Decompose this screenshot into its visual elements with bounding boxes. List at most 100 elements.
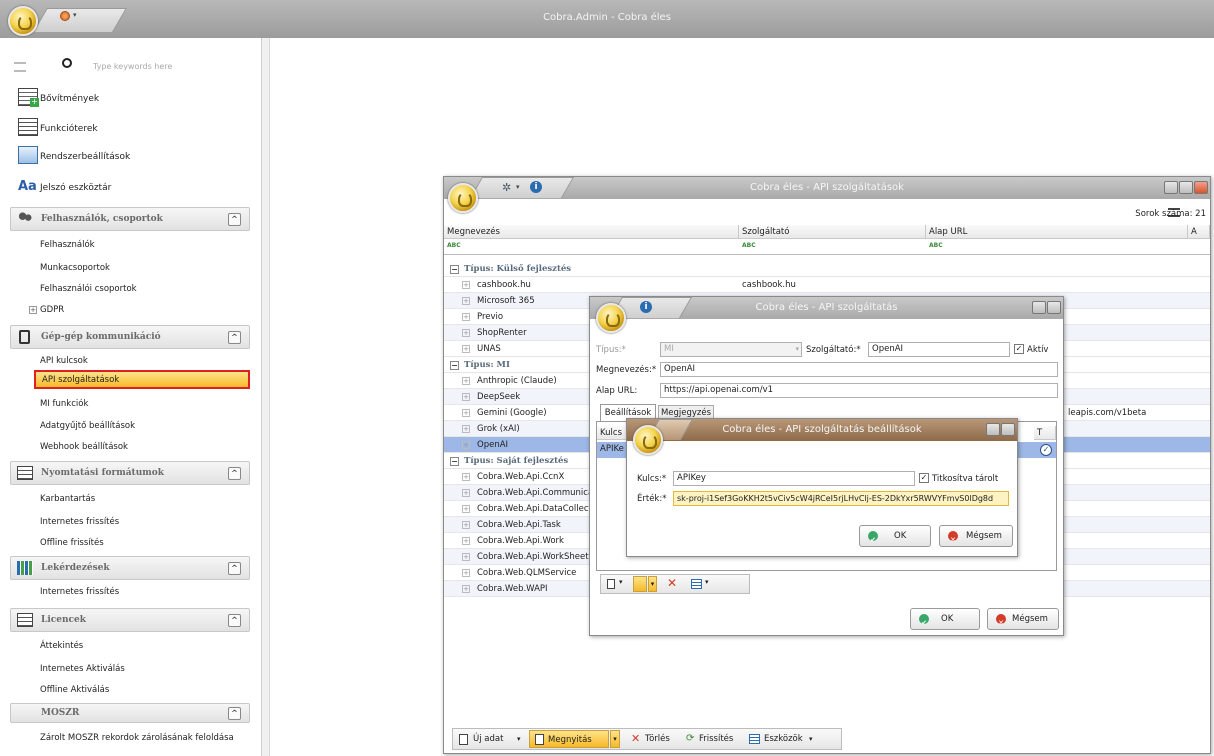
cancel-button[interactable]: Mégsem	[987, 608, 1059, 633]
maximize-button[interactable]	[1047, 301, 1061, 314]
maximize-button[interactable]	[1179, 181, 1193, 194]
collapse-icon[interactable]: ^	[228, 213, 241, 226]
expand-icon[interactable]: +	[462, 393, 470, 401]
column-header-t[interactable]: T	[1034, 426, 1056, 440]
sidebar-item-moszr-unlock[interactable]: Zárolt MOSZR rekordok zárolásának felold…	[40, 733, 234, 743]
expand-icon[interactable]: +	[462, 473, 470, 481]
delete-button[interactable]: Törlés	[645, 729, 670, 749]
expand-icon[interactable]: +	[462, 537, 470, 545]
sidebar-item-offline-update[interactable]: Offline frissítés	[40, 538, 104, 548]
expand-icon[interactable]: +	[462, 585, 470, 593]
expand-icon[interactable]: +	[462, 409, 470, 417]
sidebar-item-query-update[interactable]: Internetes frissítés	[40, 587, 119, 597]
dialog-orb-icon[interactable]	[596, 303, 626, 333]
collapse-icon[interactable]: ^	[228, 707, 241, 720]
tools-button[interactable]: Eszközök	[764, 729, 803, 749]
expand-icon[interactable]: +	[462, 521, 470, 529]
name-field[interactable]: OpenAI	[660, 362, 1058, 377]
group-queries[interactable]: Lekérdezések ^	[10, 556, 250, 580]
collapse-icon[interactable]: ^	[228, 614, 241, 627]
sidebar-item-api-keys[interactable]: API kulcsok	[40, 356, 88, 366]
column-header-provider[interactable]: Szolgáltató	[739, 225, 926, 239]
filter-name-icon[interactable]: ABC	[447, 242, 461, 249]
collapse-icon[interactable]: ^	[228, 467, 241, 480]
edit-icon[interactable]	[633, 576, 647, 592]
new-record-icon[interactable]	[607, 579, 615, 589]
sidebar-item-users[interactable]: Felhasználók	[40, 240, 95, 250]
filter-url-icon[interactable]: ABC	[929, 242, 943, 249]
ok-button[interactable]: OK	[910, 608, 980, 633]
sidebar-item-online-activation[interactable]: Internetes Aktiválás	[40, 664, 125, 674]
window-orb-icon[interactable]	[448, 183, 478, 213]
expand-icon[interactable]: +	[462, 553, 470, 561]
ok-button[interactable]: OK	[859, 525, 931, 550]
refresh-button[interactable]: Frissítés	[699, 729, 733, 749]
cancel-button[interactable]: Mégsem	[939, 525, 1013, 550]
group-row[interactable]: − Típus: Külső fejlesztés	[444, 261, 1210, 277]
group-print-formats[interactable]: Nyomtatási formátumok ^	[10, 461, 250, 485]
url-field[interactable]: https://api.openai.com/v1	[660, 383, 1058, 398]
sidebar-item-maintenance[interactable]: Karbantartás	[40, 494, 95, 504]
close-button[interactable]	[1194, 181, 1208, 194]
group-licences[interactable]: Licencek ^	[10, 608, 250, 632]
maximize-button[interactable]	[1001, 423, 1015, 436]
group-moszr[interactable]: MOSZR ^	[10, 703, 250, 723]
collapse-icon[interactable]: ^	[228, 331, 241, 344]
key-field[interactable]: APIKey	[673, 471, 915, 486]
delete-icon[interactable]: ✕	[667, 576, 677, 590]
group-users[interactable]: Felhasználók, csoportok ^	[10, 207, 250, 231]
value-field[interactable]: sk-proj-i1Sef3GoKKH2t5vCiv5cW4jRCeI5rjLH…	[673, 491, 1009, 506]
collapse-icon[interactable]: −	[450, 457, 459, 466]
minimize-button[interactable]	[986, 423, 1000, 436]
sidebar-item-online-update[interactable]: Internetes frissítés	[40, 517, 119, 527]
expand-icon[interactable]: +	[462, 313, 470, 321]
chevron-down-icon[interactable]: ▾	[809, 729, 813, 749]
menu-icon[interactable]	[14, 62, 26, 72]
search-input[interactable]: Type keywords here	[93, 62, 172, 71]
table-row[interactable]: + cashbook.hu cashbook.hu	[444, 277, 1210, 293]
expand-icon[interactable]: +	[29, 306, 37, 314]
chevron-down-icon[interactable]: ▾	[619, 578, 623, 586]
settings-orb-icon[interactable]	[633, 425, 663, 455]
sidebar-item-gdpr[interactable]: GDPR	[40, 305, 64, 315]
new-record-button[interactable]: Új adat	[473, 729, 503, 749]
collapse-icon[interactable]: −	[450, 361, 459, 370]
chevron-down-icon[interactable]: ▾	[648, 576, 657, 592]
sidebar-item-ai-functions[interactable]: MI funkciók	[40, 399, 88, 409]
sidebar-item-function-spaces[interactable]: Funkcióterek	[40, 124, 98, 134]
expand-icon[interactable]: +	[462, 297, 470, 305]
filter-provider-icon[interactable]: ABC	[742, 242, 756, 249]
sidebar-item-collector-settings[interactable]: Adatgyűjtő beállítások	[40, 421, 135, 431]
expand-icon[interactable]: +	[462, 377, 470, 385]
expand-icon[interactable]: +	[462, 425, 470, 433]
expand-icon[interactable]: +	[462, 441, 470, 449]
expand-icon[interactable]: +	[462, 281, 470, 289]
active-checkbox[interactable]: ✓	[1014, 344, 1024, 354]
sidebar-item-user-groups[interactable]: Felhasználói csoportok	[40, 284, 137, 294]
expand-icon[interactable]: +	[462, 489, 470, 497]
open-dropdown-icon[interactable]: ▾	[610, 730, 620, 748]
column-header-base-url[interactable]: Alap URL	[926, 225, 1188, 239]
minimize-button[interactable]	[1164, 181, 1178, 194]
tools-icon[interactable]	[691, 579, 702, 589]
sidebar-item-offline-activation[interactable]: Offline Aktiválás	[40, 685, 109, 695]
type-select[interactable]: MI ▾	[660, 342, 802, 357]
group-m2m[interactable]: Gép-gép kommunikáció ^	[10, 325, 250, 349]
chevron-down-icon[interactable]: ▾	[795, 343, 799, 356]
chevron-down-icon[interactable]: ▾	[517, 729, 521, 749]
sidebar-item-system-settings[interactable]: Rendszerbeállítások	[40, 152, 130, 162]
sidebar-item-workgroups[interactable]: Munkacsoportok	[40, 263, 110, 273]
column-header-name[interactable]: Megnevezés	[444, 225, 739, 239]
open-button[interactable]: Megnyitás	[529, 730, 609, 748]
column-header-active[interactable]: A	[1188, 225, 1210, 239]
sidebar-splitter[interactable]	[262, 38, 270, 756]
encrypted-checkbox[interactable]: ✓	[919, 473, 929, 483]
chevron-down-icon[interactable]: ▾	[705, 578, 709, 586]
expand-icon[interactable]: +	[462, 345, 470, 353]
expand-icon[interactable]: +	[462, 329, 470, 337]
sidebar-item-webhook-settings[interactable]: Webhook beállítások	[40, 442, 128, 452]
expand-icon[interactable]: +	[462, 505, 470, 513]
expand-icon[interactable]: +	[462, 569, 470, 577]
sidebar-item-password-tools[interactable]: Jelszó eszköztár	[40, 183, 111, 193]
collapse-icon[interactable]: −	[450, 265, 459, 274]
